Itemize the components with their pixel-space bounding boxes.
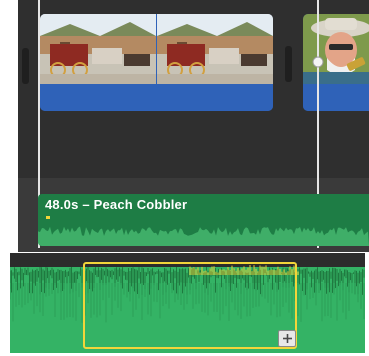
clip-trim-handle-left[interactable] <box>22 48 29 84</box>
audio-clip-waveform <box>38 216 369 246</box>
plus-icon <box>282 334 292 343</box>
musician-thumbnail <box>303 14 369 84</box>
video-clip-bar <box>40 84 273 111</box>
add-selection-button[interactable] <box>278 330 296 347</box>
timeline: 48.0s – Peach Cobbler <box>0 0 369 252</box>
timeline-gutter <box>0 0 18 252</box>
audio-clip-title: 48.0s – Peach Cobbler <box>45 197 188 212</box>
stagecoach-thumbnail <box>40 14 273 84</box>
audio-selection-range[interactable] <box>83 262 297 349</box>
video-clip-stagecoach[interactable] <box>40 14 273 111</box>
playhead-knob-icon[interactable] <box>311 55 325 69</box>
clip-trim-handle-right[interactable] <box>285 46 292 82</box>
video-clip-bar <box>303 84 369 111</box>
audio-clip[interactable]: 48.0s – Peach Cobbler <box>38 194 369 246</box>
